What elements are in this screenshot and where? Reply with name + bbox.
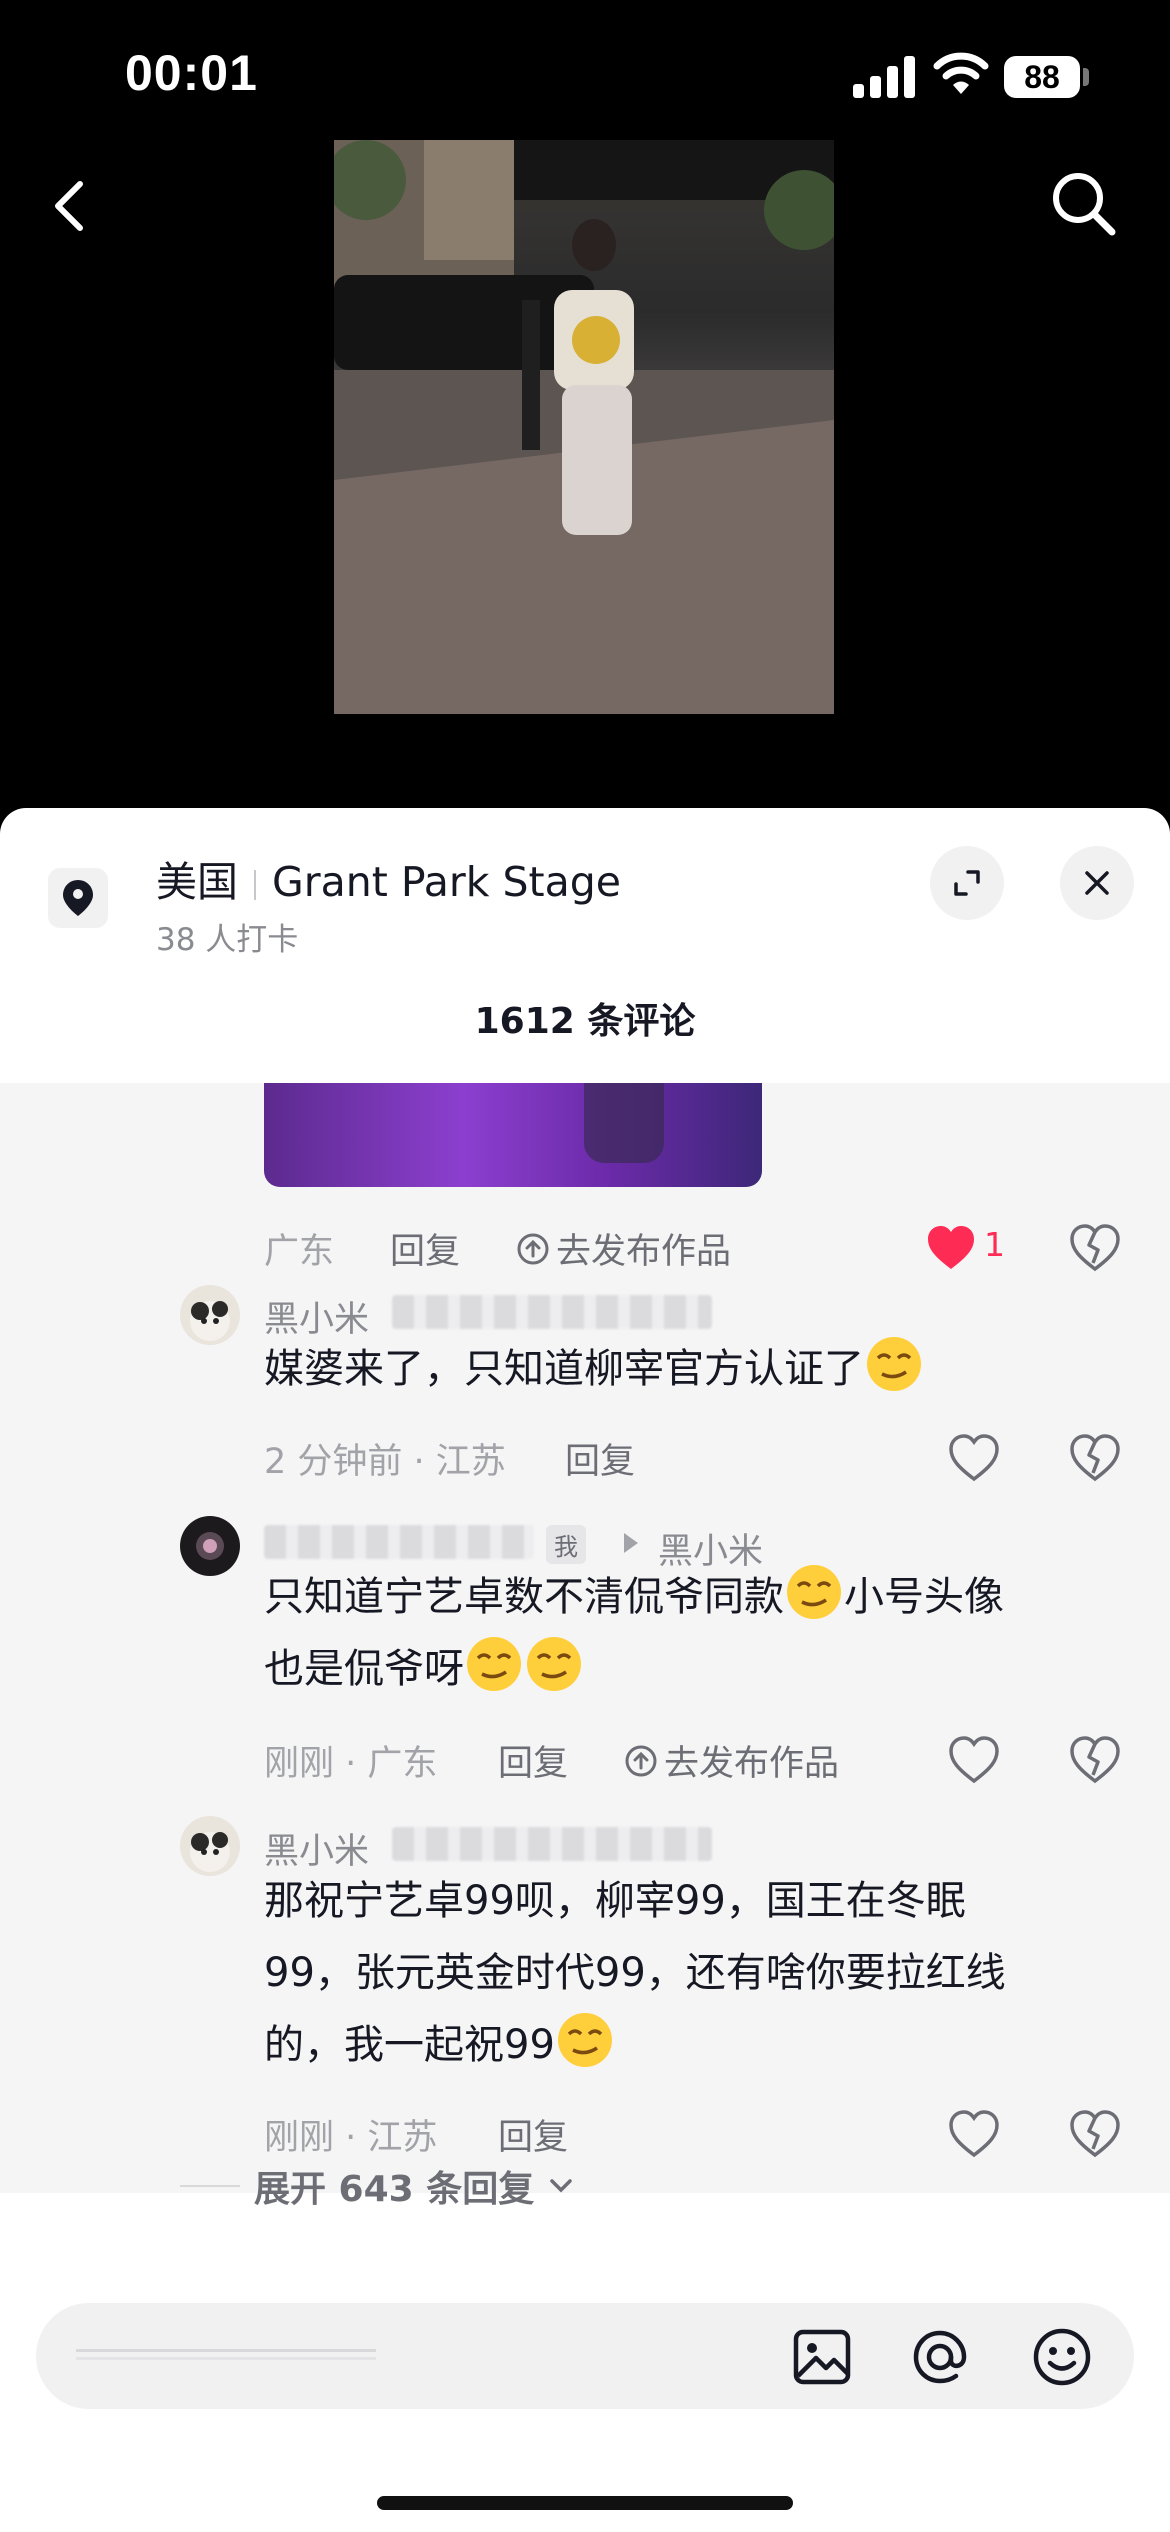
battery-tip bbox=[1083, 68, 1089, 86]
comment-region: 广东 bbox=[264, 1232, 335, 1272]
back-button[interactable] bbox=[40, 170, 100, 242]
heart-icon[interactable] bbox=[948, 2109, 1000, 2159]
comment-line: 只知道宁艺卓数不清侃爷同款 bbox=[264, 1574, 784, 1620]
smirk-emoji-icon bbox=[467, 1637, 521, 1691]
video-player[interactable] bbox=[334, 140, 834, 714]
heart-icon[interactable] bbox=[948, 1735, 1000, 1785]
emoji-icon[interactable] bbox=[1030, 2326, 1094, 2388]
status-time: 00:01 bbox=[125, 45, 258, 101]
close-button[interactable] bbox=[1060, 846, 1134, 920]
comment-count: 1612 条评论 bbox=[474, 1001, 696, 1042]
home-indicator bbox=[377, 2496, 793, 2510]
title-divider bbox=[254, 870, 256, 900]
self-tag: 我 bbox=[546, 1525, 586, 1564]
reply-arrow-icon bbox=[624, 1533, 638, 1553]
comment-line: 媒婆来了，只知道柳宰官方认证了 bbox=[264, 1346, 864, 1392]
comment-text: 媒婆来了，只知道柳宰官方认证了 bbox=[264, 1333, 924, 1405]
comment-list[interactable]: 广东 回复 去发布作品 1 黑小米 媒婆来了，只知道柳宰官方认证了 2 分钟前 … bbox=[0, 1083, 1170, 2193]
input-placeholder bbox=[76, 2333, 376, 2373]
comment-line: 99，张元英金时代99，还有啥你要拉红线 bbox=[264, 1950, 1006, 1996]
dislike-icon[interactable] bbox=[1069, 1223, 1121, 1273]
expand-replies-label: 展开 643 条回复 bbox=[254, 2169, 535, 2210]
comment-meta: 刚刚 · 江苏 bbox=[264, 2118, 438, 2158]
avatar[interactable] bbox=[180, 1816, 240, 1876]
redacted-text bbox=[392, 1827, 712, 1861]
reply-button[interactable]: 回复 bbox=[498, 2109, 568, 2160]
expand-icon bbox=[954, 870, 980, 896]
smirk-emoji-icon bbox=[787, 1565, 841, 1619]
publish-label: 去发布作品 bbox=[556, 1232, 732, 1272]
battery-indicator: 88 bbox=[1004, 56, 1080, 98]
divider-line bbox=[180, 2185, 240, 2187]
avatar[interactable] bbox=[180, 1516, 240, 1576]
dislike-icon[interactable] bbox=[1069, 1735, 1121, 1785]
redacted-text bbox=[392, 1295, 712, 1329]
cellular-signal-icon bbox=[853, 54, 915, 98]
image-icon[interactable] bbox=[790, 2326, 854, 2388]
heart-icon[interactable] bbox=[948, 1433, 1000, 1483]
upload-icon bbox=[517, 1233, 549, 1264]
reply-button[interactable]: 回复 bbox=[565, 1433, 635, 1484]
location-icon bbox=[48, 868, 108, 928]
comment-line: 的，我一起祝99 bbox=[264, 2022, 555, 2068]
location-title[interactable]: 美国 Grant Park Stage bbox=[156, 848, 621, 908]
location-country: 美国 bbox=[156, 858, 238, 906]
comment-line: 也是侃爷呀 bbox=[264, 1646, 464, 1692]
fullscreen-button[interactable] bbox=[930, 846, 1004, 920]
dislike-icon[interactable] bbox=[1069, 1433, 1121, 1483]
smirk-emoji-icon bbox=[557, 2013, 612, 2067]
comments-sheet: 美国 Grant Park Stage 38 人打卡 1612 条评论 广东 回复… bbox=[0, 808, 1170, 2532]
liked-heart-icon[interactable] bbox=[925, 1223, 977, 1273]
reply-button[interactable]: 回复 bbox=[498, 1735, 568, 1786]
reply-button[interactable]: 回复 bbox=[390, 1223, 460, 1274]
smirk-emoji-icon bbox=[527, 1637, 581, 1691]
comment-line: 那祝宁艺卓99呗，柳宰99，国王在冬眠 bbox=[264, 1878, 966, 1924]
mention-icon[interactable] bbox=[908, 2326, 972, 2388]
comment-text-line2: 也是侃爷呀 bbox=[264, 1633, 584, 1705]
video-scene bbox=[334, 140, 834, 714]
close-icon bbox=[1085, 871, 1109, 895]
location-place: Grant Park Stage bbox=[272, 858, 621, 906]
expand-replies-button[interactable]: 展开 643 条回复 bbox=[180, 2160, 574, 2212]
avatar[interactable] bbox=[180, 1285, 240, 1345]
publish-work-button[interactable]: 去发布作品 bbox=[516, 1223, 731, 1274]
comment-meta: 刚刚 · 广东 bbox=[264, 1744, 438, 1784]
search-icon[interactable] bbox=[1048, 168, 1120, 240]
redacted-text bbox=[264, 1525, 534, 1559]
smirk-emoji-icon bbox=[867, 1337, 921, 1391]
comment-line: 小号头像 bbox=[844, 1574, 1004, 1620]
comment-meta: 2 分钟前 · 江苏 bbox=[264, 1442, 506, 1482]
upload-icon bbox=[625, 1745, 657, 1776]
publish-work-button[interactable]: 去发布作品 bbox=[624, 1735, 839, 1786]
publish-label: 去发布作品 bbox=[664, 1744, 840, 1784]
comment-image[interactable] bbox=[264, 1083, 762, 1187]
dislike-icon[interactable] bbox=[1069, 2109, 1121, 2159]
wifi-icon bbox=[933, 52, 989, 94]
comment-text-line3: 的，我一起祝99 bbox=[264, 2009, 615, 2081]
chevron-down-icon bbox=[550, 2179, 572, 2193]
checkin-count: 38 人打卡 bbox=[156, 922, 299, 958]
like-count: 1 bbox=[984, 1225, 1005, 1264]
comment-text: 只知道宁艺卓数不清侃爷同款 小号头像 bbox=[264, 1561, 1004, 1633]
